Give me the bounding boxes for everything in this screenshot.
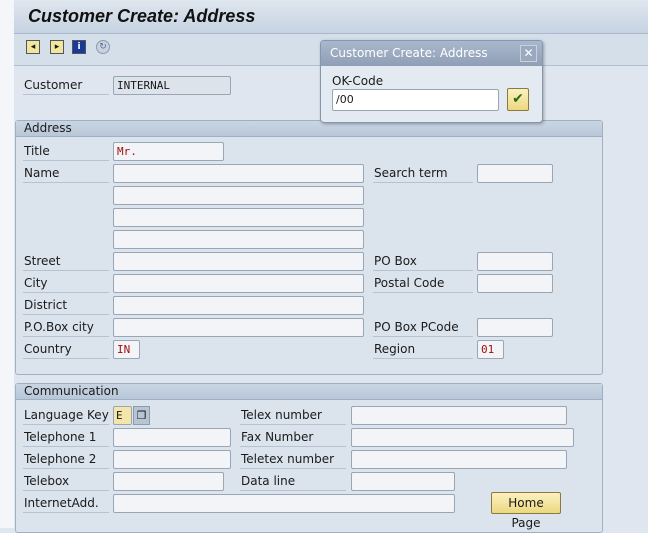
telephone2-field[interactable] <box>113 450 231 469</box>
telex-label: Telex number <box>240 406 346 425</box>
search-term-field[interactable] <box>477 164 553 183</box>
address-group-title: Address <box>16 121 602 137</box>
confirm-check-icon[interactable]: ✔ <box>507 88 529 111</box>
title-field[interactable]: Mr. <box>113 142 224 161</box>
title-bar: Customer Create: Address <box>14 0 648 34</box>
street-label: Street <box>23 252 109 271</box>
refresh-icon[interactable]: ↻ <box>96 40 110 54</box>
name-field-4[interactable] <box>113 230 364 249</box>
title-label: Title <box>23 142 109 161</box>
internet-address-field[interactable] <box>113 494 455 513</box>
city-field[interactable] <box>113 274 364 293</box>
communication-group-title: Communication <box>16 384 602 400</box>
po-box-city-field[interactable] <box>113 318 364 337</box>
city-label: City <box>23 274 109 293</box>
region-label: Region <box>373 340 473 359</box>
customer-label: Customer <box>23 76 109 95</box>
ok-code-dialog: Customer Create: Address ✕ OK-Code /00 ✔ <box>320 40 543 123</box>
fax-field[interactable] <box>351 428 574 447</box>
po-box-label: PO Box <box>373 252 473 271</box>
region-field[interactable]: 01 <box>477 340 504 359</box>
telebox-field[interactable] <box>113 472 224 491</box>
next-screen-icon[interactable]: ▸ <box>50 40 64 54</box>
po-box-pcode-field[interactable] <box>477 318 553 337</box>
data-line-field[interactable] <box>351 472 455 491</box>
language-key-field[interactable]: E <box>113 406 132 425</box>
district-field[interactable] <box>113 296 364 315</box>
fax-label: Fax Number <box>240 428 346 447</box>
country-field[interactable]: IN <box>113 340 140 359</box>
home-page-button[interactable]: Home Page <box>491 492 561 530</box>
info-icon[interactable]: i <box>72 40 86 54</box>
teletex-label: Teletex number <box>240 450 346 469</box>
ok-code-field[interactable]: /00 <box>332 89 499 111</box>
page-title: Customer Create: Address <box>28 6 256 26</box>
telebox-label: Telebox <box>23 472 109 491</box>
po-box-pcode-label: PO Box PCode <box>373 318 473 337</box>
po-box-field[interactable] <box>477 252 553 271</box>
po-box-city-label: P.O.Box city <box>23 318 109 337</box>
possible-entries-icon[interactable]: ❐ <box>133 406 150 425</box>
name-field-2[interactable] <box>113 186 364 205</box>
name-field-3[interactable] <box>113 208 364 227</box>
data-line-label: Data line <box>240 472 346 491</box>
postal-code-label: Postal Code <box>373 274 473 293</box>
street-field[interactable] <box>113 252 364 271</box>
close-icon[interactable]: ✕ <box>520 45 537 62</box>
previous-screen-icon[interactable]: ◂ <box>26 40 40 54</box>
ok-code-label: OK-Code <box>332 74 384 88</box>
search-term-label: Search term <box>373 164 473 183</box>
language-key-label: Language Key <box>23 406 109 425</box>
name-field-1[interactable] <box>113 164 364 183</box>
country-label: Country <box>23 340 109 359</box>
telephone1-field[interactable] <box>113 428 231 447</box>
postal-code-field[interactable] <box>477 274 553 293</box>
telephone2-label: Telephone 2 <box>23 450 109 469</box>
telephone1-label: Telephone 1 <box>23 428 109 447</box>
left-strip <box>0 0 14 528</box>
teletex-field[interactable] <box>351 450 567 469</box>
customer-field: INTERNAL <box>113 76 231 95</box>
telex-field[interactable] <box>351 406 567 425</box>
name-label: Name <box>23 164 109 183</box>
dialog-title: Customer Create: Address <box>321 41 542 66</box>
internet-address-label: InternetAdd. <box>23 494 109 513</box>
district-label: District <box>23 296 109 315</box>
